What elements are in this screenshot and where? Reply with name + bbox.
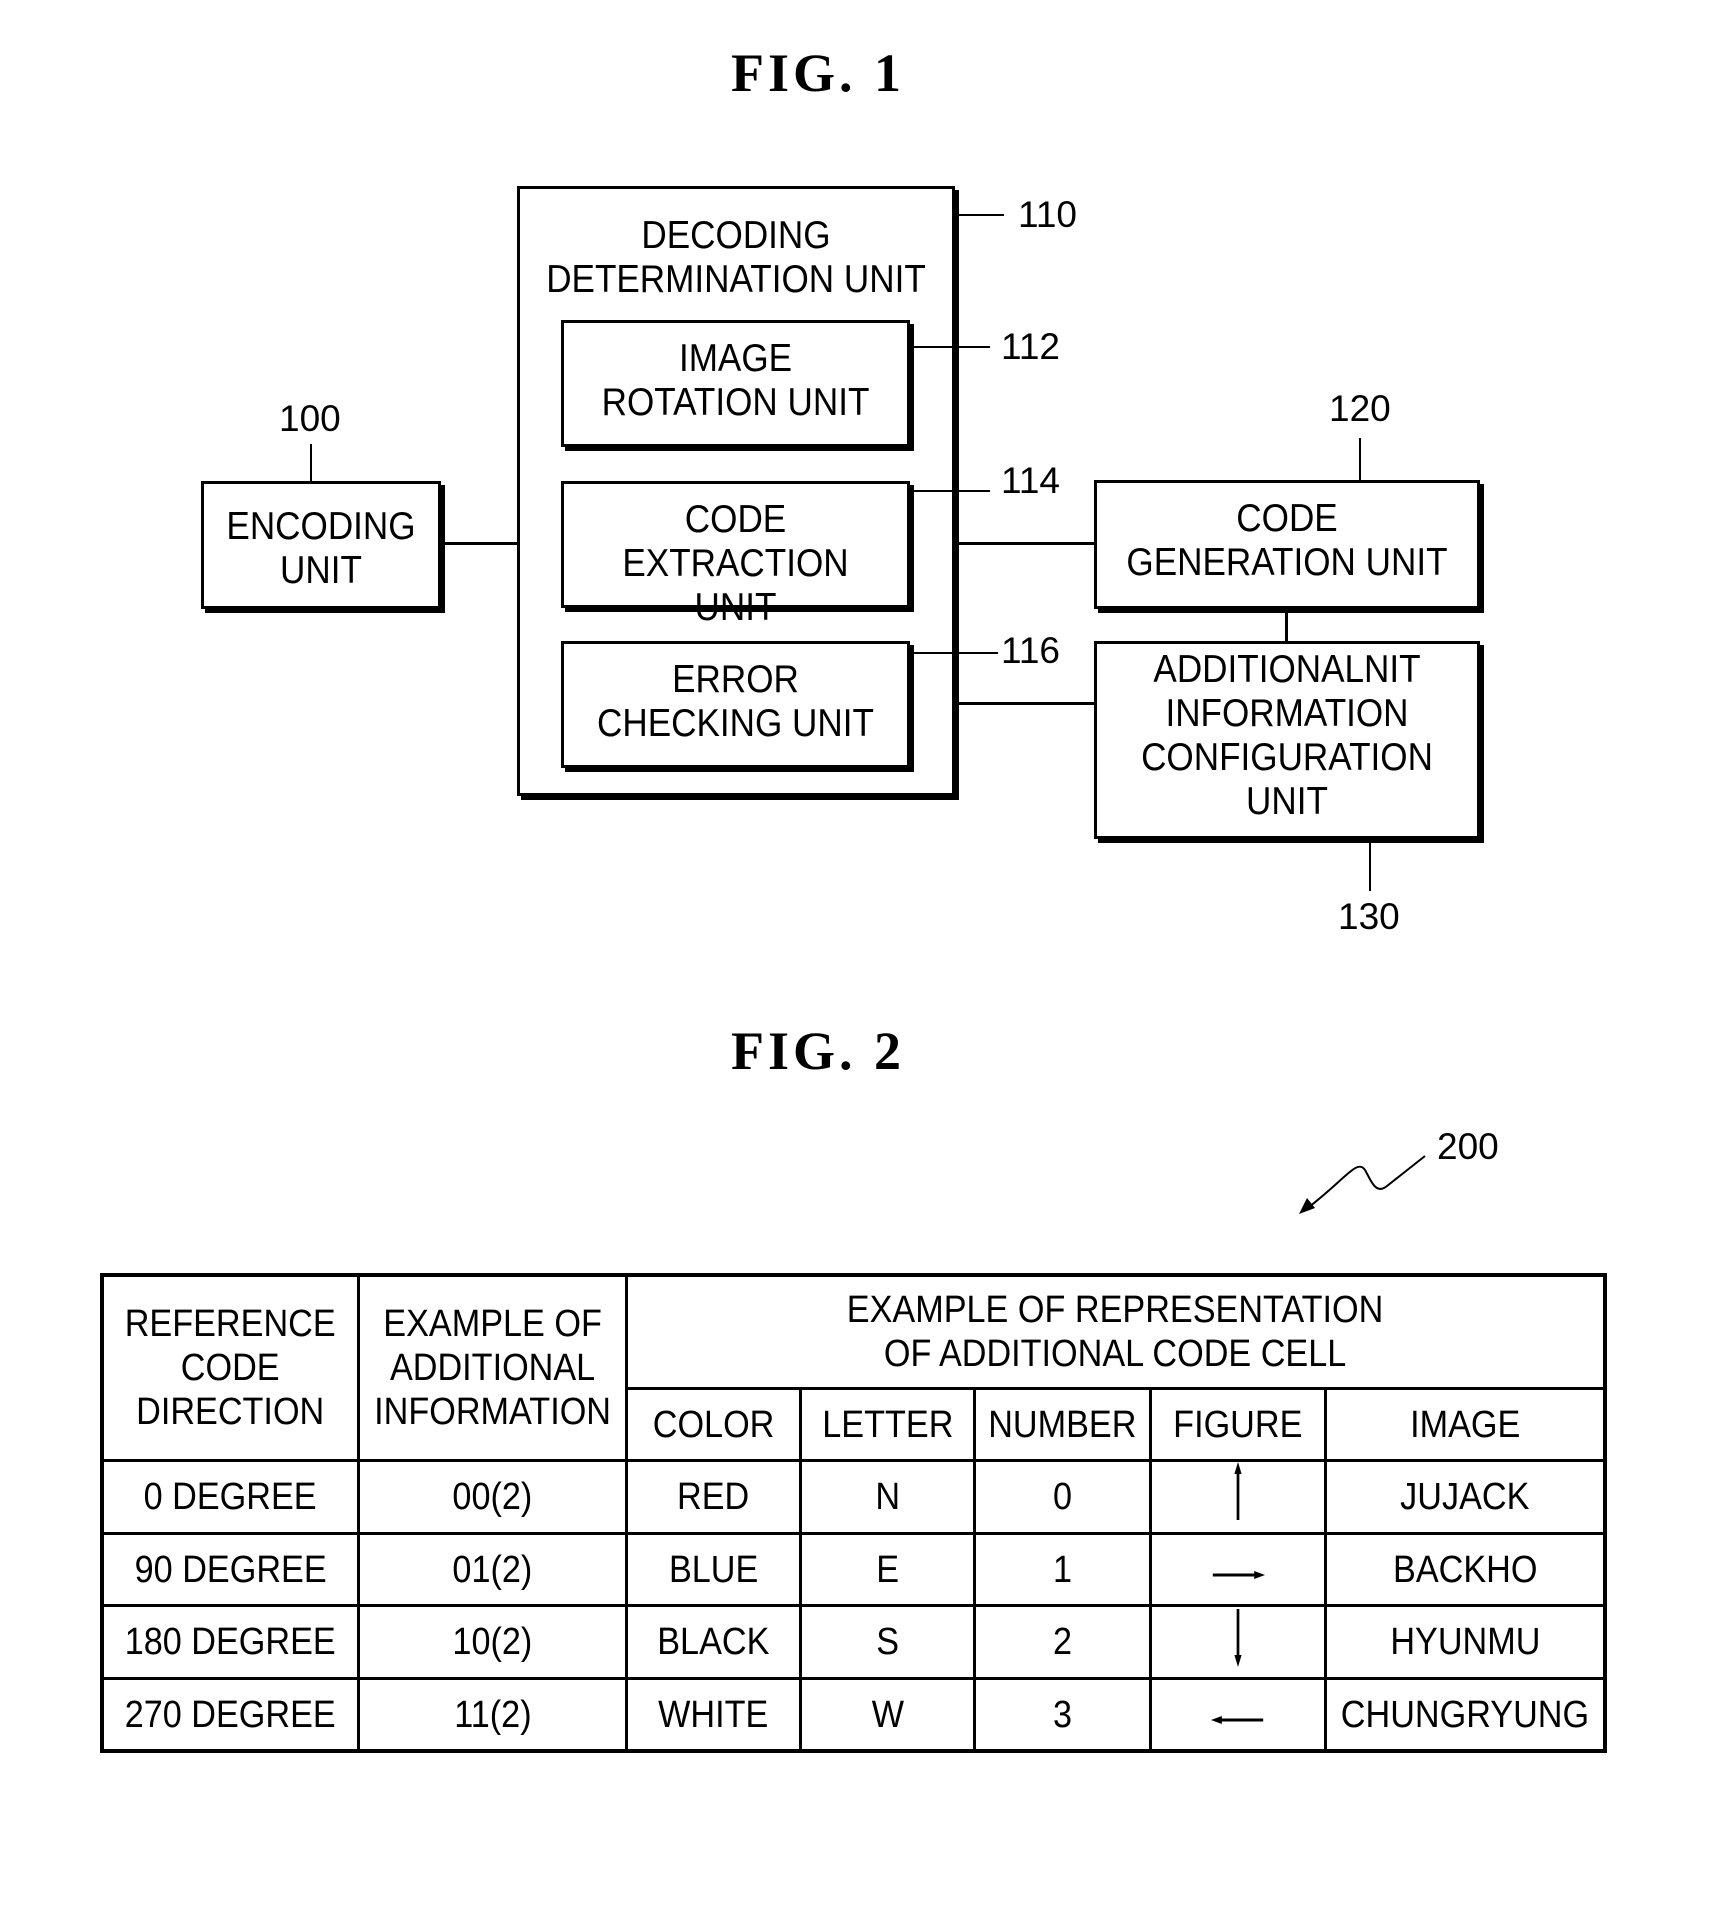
- error-checking-unit-label: ERROR CHECKING UNIT: [597, 658, 874, 745]
- additional-information-configuration-unit-box: ADDITIONALNIT INFORMATION CONFIGURATION …: [1094, 641, 1480, 839]
- leader-116: [910, 652, 998, 654]
- leader-100: [310, 444, 312, 481]
- cell-letter: N: [799, 1459, 976, 1535]
- cell-letter: W: [799, 1677, 976, 1753]
- table-row: 0 DEGREE 00(2) RED N 0 JUJACK: [100, 1459, 1607, 1535]
- leader-120: [1359, 438, 1361, 480]
- cell-info: 01(2): [357, 1532, 628, 1607]
- ref-112: 112: [1001, 326, 1060, 367]
- cell-color: WHITE: [625, 1677, 802, 1753]
- table-row: 90 DEGREE 01(2) BLUE E 1 BACKHO: [100, 1532, 1607, 1607]
- cell-number: 1: [973, 1532, 1152, 1607]
- additional-information-configuration-unit-label: ADDITIONALNIT INFORMATION CONFIGURATION …: [1141, 648, 1433, 823]
- connector-encoding-decoding: [441, 542, 517, 545]
- error-checking-unit-box: ERROR CHECKING UNIT: [561, 641, 910, 768]
- header-example-additional-information: EXAMPLE OF ADDITIONAL INFORMATION: [357, 1273, 628, 1462]
- header-number: NUMBER: [973, 1387, 1152, 1462]
- connector-decoding-generation: [955, 542, 1094, 545]
- table-row: 270 DEGREE 11(2) WHITE W 3 CHUNGRYUNG: [100, 1677, 1607, 1753]
- cell-direction: 270 DEGREE: [100, 1677, 360, 1753]
- additional-code-table: REFERENCE CODE DIRECTION EXAMPLE OF ADDI…: [100, 1273, 1607, 1753]
- cell-color: BLACK: [625, 1604, 802, 1680]
- cell-image: CHUNGRYUNG: [1323, 1677, 1607, 1753]
- header-figure: FIGURE: [1149, 1387, 1327, 1462]
- header-letter: LETTER: [799, 1387, 976, 1462]
- cell-number: 2: [973, 1604, 1152, 1680]
- code-extraction-unit-label: CODE EXTRACTION UNIT: [622, 498, 849, 629]
- cell-number: 0: [973, 1459, 1152, 1535]
- header-color: COLOR: [625, 1387, 802, 1462]
- leader-130: [1369, 843, 1371, 891]
- arrow-up-icon: [1232, 1462, 1245, 1532]
- connector-decoding-additional: [955, 702, 1094, 705]
- decoding-determination-unit-label: DECODING DETERMINATION UNIT: [546, 214, 926, 301]
- cell-direction: 0 DEGREE: [100, 1459, 360, 1535]
- cell-image: BACKHO: [1323, 1532, 1607, 1607]
- ref-130: 130: [1338, 896, 1400, 937]
- leader-114: [910, 490, 990, 492]
- ref-100: 100: [279, 398, 341, 439]
- ref-114: 114: [1001, 460, 1060, 501]
- cell-number: 3: [973, 1677, 1152, 1753]
- header-representation: EXAMPLE OF REPRESENTATION OF ADDITIONAL …: [624, 1273, 1607, 1390]
- cell-figure: [1149, 1677, 1327, 1753]
- cell-figure: [1149, 1604, 1327, 1680]
- cell-image: HYUNMU: [1323, 1604, 1607, 1680]
- ref-116: 116: [1001, 630, 1060, 671]
- table-row: 180 DEGREE 10(2) BLACK S 2 HYUNMU: [100, 1604, 1607, 1680]
- ref-110: 110: [1018, 194, 1077, 235]
- ref-120: 120: [1329, 388, 1391, 429]
- cell-figure: [1149, 1532, 1327, 1607]
- header-image: IMAGE: [1323, 1387, 1607, 1462]
- image-rotation-unit-label: IMAGE ROTATION UNIT: [601, 337, 870, 424]
- cell-image: JUJACK: [1323, 1459, 1607, 1535]
- encoding-unit-box: ENCODING UNIT: [201, 481, 441, 609]
- fig2-title: FIG. 2: [730, 1021, 905, 1081]
- ref-200: 200: [1437, 1126, 1499, 1167]
- cell-color: RED: [625, 1459, 802, 1535]
- connector-generation-additional: [1285, 609, 1288, 641]
- arrow-right-icon: [1211, 1548, 1265, 1592]
- cell-figure: [1149, 1459, 1327, 1535]
- cell-info: 00(2): [357, 1459, 628, 1535]
- image-rotation-unit-box: IMAGE ROTATION UNIT: [561, 320, 910, 447]
- leader-110: [958, 214, 1004, 216]
- code-generation-unit-box: CODE GENERATION UNIT: [1094, 480, 1480, 609]
- cell-letter: S: [799, 1604, 976, 1680]
- code-generation-unit-label: CODE GENERATION UNIT: [1126, 497, 1448, 584]
- leader-112: [910, 346, 990, 348]
- fig1-title: FIG. 1: [730, 43, 905, 103]
- cell-letter: E: [799, 1532, 976, 1607]
- code-extraction-unit-box: CODE EXTRACTION UNIT: [561, 481, 910, 629]
- arrow-left-icon: [1211, 1693, 1265, 1737]
- arrow-down-icon: [1232, 1607, 1245, 1677]
- cell-info: 10(2): [357, 1604, 628, 1680]
- cell-direction: 90 DEGREE: [100, 1532, 360, 1607]
- cell-color: BLUE: [625, 1532, 802, 1607]
- cell-info: 11(2): [357, 1677, 628, 1753]
- encoding-unit-label: ENCODING UNIT: [226, 505, 416, 592]
- cell-direction: 180 DEGREE: [100, 1604, 360, 1680]
- ref-200-leader-arrow-icon: [1299, 1155, 1426, 1214]
- header-reference-code-direction: REFERENCE CODE DIRECTION: [100, 1273, 360, 1462]
